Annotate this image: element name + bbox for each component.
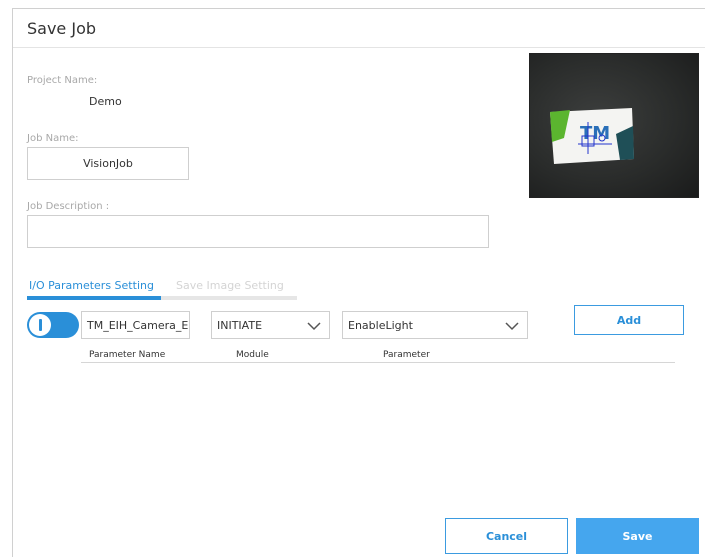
column-header-parameter-name: Parameter Name [89,350,166,360]
camera-preview-graphic: TM [550,108,634,164]
active-tab-indicator [27,296,161,300]
save-job-dialog: Save Job Project Name: Demo Job Name: Vi… [12,8,705,557]
add-button[interactable]: Add [574,305,684,335]
column-header-parameter: Parameter [383,350,430,360]
toggle-knob [29,314,51,336]
title-divider [13,47,705,48]
project-name-value: Demo [89,95,122,108]
job-description-label: Job Description : [27,201,110,212]
job-description-input[interactable] [27,215,489,248]
camera-preview-image: TM [529,53,699,198]
table-header-divider [81,362,675,363]
project-name-label: Project Name: [27,75,98,86]
chevron-down-icon [505,322,519,331]
module-select[interactable]: INITIATE [211,311,330,339]
chevron-down-icon [307,322,321,331]
parameter-select[interactable]: EnableLight [342,311,528,339]
job-name-label: Job Name: [27,133,79,144]
column-header-module: Module [236,350,269,360]
cancel-button[interactable]: Cancel [445,518,568,554]
dialog-title: Save Job [27,19,97,38]
io-enable-toggle[interactable] [27,312,79,338]
tab-io-parameters-setting[interactable]: I/O Parameters Setting [29,279,154,292]
save-button[interactable]: Save [576,518,699,554]
tab-save-image-setting[interactable]: Save Image Setting [176,279,284,292]
parameter-name-input[interactable]: TM_EIH_Camera_Er [81,311,190,339]
parameter-select-value: EnableLight [348,318,413,332]
preview-logo-text: TM [580,123,610,144]
module-select-value: INITIATE [217,318,263,332]
job-name-input[interactable]: VisionJob [27,147,189,180]
